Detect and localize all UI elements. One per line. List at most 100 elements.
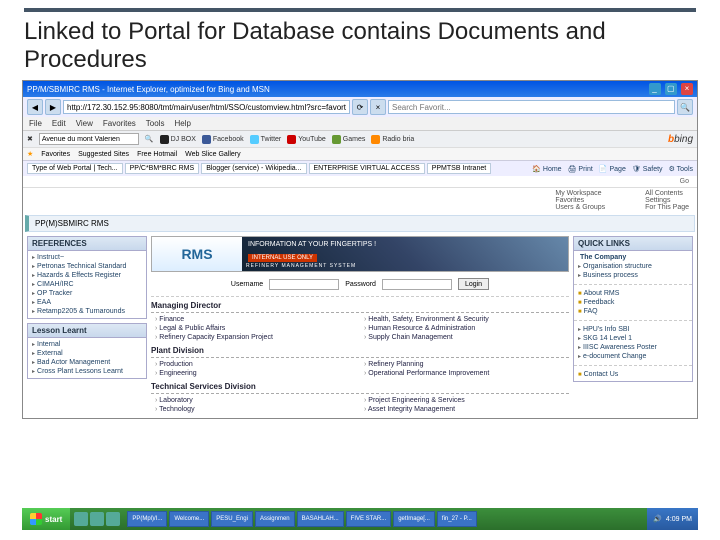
- menu-edit[interactable]: Edit: [52, 119, 66, 128]
- ref-item[interactable]: CIMAH/IRC: [32, 280, 142, 289]
- ql-app-icon[interactable]: [90, 512, 104, 526]
- refresh-icon[interactable]: ⟳: [352, 99, 368, 115]
- start-button[interactable]: start: [22, 508, 70, 530]
- plant-link[interactable]: Production: [155, 360, 356, 369]
- lesson-item[interactable]: Bad Actor Management: [32, 358, 142, 367]
- link-workspace[interactable]: My Workspace: [555, 190, 605, 197]
- chip-facebook[interactable]: Facebook: [202, 135, 244, 144]
- ql-link[interactable]: IIISC Awareness Poster: [578, 343, 688, 352]
- lesson-item[interactable]: External: [32, 349, 142, 358]
- ref-item[interactable]: Hazards & Effects Register: [32, 271, 142, 280]
- tool-page[interactable]: 📄 Page: [599, 165, 626, 173]
- md-link[interactable]: Legal & Public Affairs: [155, 324, 356, 333]
- ql-link[interactable]: Contact Us: [578, 370, 688, 379]
- ref-item[interactable]: Instruct~: [32, 253, 142, 262]
- ql-link[interactable]: e-document Change: [578, 352, 688, 361]
- task-item[interactable]: BASAHLAH...: [297, 511, 344, 527]
- ql-link[interactable]: Feedback: [578, 298, 688, 307]
- ql-link[interactable]: FAQ: [578, 307, 688, 316]
- lesson-item[interactable]: Internal: [32, 340, 142, 349]
- ql-ie-icon[interactable]: [74, 512, 88, 526]
- ql-link[interactable]: About RMS: [578, 289, 688, 298]
- search-icon[interactable]: 🔍: [677, 99, 693, 115]
- menu-view[interactable]: View: [76, 119, 93, 128]
- link-contents[interactable]: All Contents: [645, 190, 689, 197]
- ref-item[interactable]: EAA: [32, 298, 142, 307]
- tab-2[interactable]: Blogger (service) - Wikipedia...: [201, 163, 306, 174]
- ql-link[interactable]: SKG 14 Level 1: [578, 334, 688, 343]
- tsd-link[interactable]: Asset Integrity Management: [364, 405, 565, 414]
- stop-icon[interactable]: ×: [370, 99, 386, 115]
- tab-3[interactable]: ENTERPRISE VIRTUAL ACCESS: [309, 163, 425, 174]
- menu-tools[interactable]: Tools: [146, 119, 165, 128]
- link-favorites[interactable]: Favorites: [555, 197, 605, 204]
- ref-item[interactable]: Retamp2205 & Turnarounds: [32, 307, 142, 316]
- chip-radio[interactable]: Radio bria: [371, 135, 414, 144]
- url-input[interactable]: [63, 100, 350, 114]
- quicklinks-box: QUICK LINKS The Company Organisation str…: [573, 236, 693, 382]
- md-link[interactable]: Human Resource & Administration: [364, 324, 565, 333]
- task-item[interactable]: getImage[...: [393, 511, 435, 527]
- login-button[interactable]: Login: [458, 278, 489, 290]
- system-tray[interactable]: 🔊 4:09 PM: [647, 508, 698, 530]
- ql-link[interactable]: Business process: [578, 271, 688, 280]
- fav-suggested[interactable]: Suggested Sites: [78, 151, 129, 158]
- favorites-star-icon[interactable]: ★: [27, 150, 33, 158]
- ref-item[interactable]: OP Tracker: [32, 289, 142, 298]
- x-icon[interactable]: ✖: [27, 135, 33, 143]
- menu-favorites[interactable]: Favorites: [103, 119, 136, 128]
- menu-help[interactable]: Help: [174, 119, 190, 128]
- tray-icon[interactable]: 🔊: [653, 515, 662, 523]
- link-thispage[interactable]: For This Page: [645, 204, 689, 211]
- md-link[interactable]: Health, Safety, Environment & Security: [364, 315, 565, 324]
- chip-youtube[interactable]: YouTube: [287, 135, 326, 144]
- tool-print[interactable]: 🖨 Print: [568, 165, 593, 173]
- ql-link[interactable]: Organisation structure: [578, 262, 688, 271]
- fav-webslice[interactable]: Web Slice Gallery: [185, 151, 241, 158]
- menu-file[interactable]: File: [29, 119, 42, 128]
- plant-link[interactable]: Engineering: [155, 369, 356, 378]
- task-item[interactable]: Welcome...: [169, 511, 209, 527]
- lesson-item[interactable]: Cross Plant Lessons Learnt: [32, 367, 142, 376]
- link-users[interactable]: Users & Groups: [555, 204, 605, 211]
- task-item[interactable]: PESU_Engi: [211, 511, 253, 527]
- favorites-label[interactable]: Favorites: [41, 151, 70, 158]
- tsd-link[interactable]: Laboratory: [155, 396, 356, 405]
- minimize-icon[interactable]: _: [649, 83, 661, 95]
- tab-0[interactable]: Type of Web Portal | Tech...: [27, 163, 123, 174]
- task-item[interactable]: Assignmen: [255, 511, 295, 527]
- tab-1[interactable]: PP/C*BM*BRC RMS: [125, 163, 200, 174]
- chip-games[interactable]: Games: [332, 135, 366, 144]
- tsd-link[interactable]: Project Engineering & Services: [364, 396, 565, 405]
- md-link[interactable]: Finance: [155, 315, 356, 324]
- forward-icon[interactable]: ▶: [45, 99, 61, 115]
- maximize-icon[interactable]: ▢: [665, 83, 677, 95]
- md-link[interactable]: Refinery Capacity Expansion Project: [155, 333, 356, 342]
- tsd-link[interactable]: Technology: [155, 405, 356, 414]
- password-input[interactable]: [382, 279, 452, 290]
- search-input[interactable]: [388, 100, 675, 114]
- tool-safety[interactable]: 🛡 Safety: [632, 165, 663, 173]
- close-icon[interactable]: ×: [681, 83, 693, 95]
- ql-app-icon[interactable]: [106, 512, 120, 526]
- ql-link[interactable]: HPU's Info SBI: [578, 325, 688, 334]
- ref-item[interactable]: Petronas Technical Standard: [32, 262, 142, 271]
- toolbar-search-input[interactable]: [39, 133, 139, 145]
- task-item[interactable]: fin_27 - P...: [437, 511, 477, 527]
- fav-hotmail[interactable]: Free Hotmail: [137, 151, 177, 158]
- games-icon: [332, 135, 341, 144]
- back-icon[interactable]: ◀: [27, 99, 43, 115]
- link-settings[interactable]: Settings: [645, 197, 689, 204]
- task-item[interactable]: FIVE STAR...: [346, 511, 392, 527]
- plant-link[interactable]: Refinery Planning: [364, 360, 565, 369]
- search-go-icon[interactable]: 🔍: [145, 135, 154, 143]
- md-link[interactable]: Supply Chain Management: [364, 333, 565, 342]
- task-item[interactable]: PP(Mpl)/I...: [127, 511, 167, 527]
- tool-home[interactable]: 🏠 Home: [532, 165, 561, 173]
- chip-twitter[interactable]: Twitter: [250, 135, 282, 144]
- tool-tools[interactable]: ⚙ Tools: [669, 165, 693, 173]
- username-input[interactable]: [269, 279, 339, 290]
- chip-djbox[interactable]: DJ BOX: [160, 135, 196, 144]
- plant-link[interactable]: Operational Performance Improvement: [364, 369, 565, 378]
- tab-4[interactable]: PPMTSB Intranet: [427, 163, 491, 174]
